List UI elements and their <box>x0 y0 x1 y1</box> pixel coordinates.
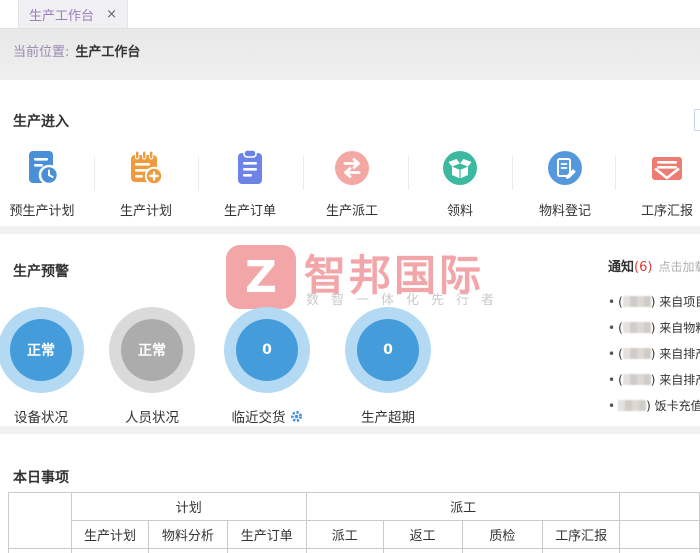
gauge-value: 0 <box>236 319 298 381</box>
group-header-dispatch: 派工 <box>305 492 621 521</box>
entry-material-register[interactable]: 物料登记 <box>517 148 613 219</box>
entry-label: 生产订单 <box>223 204 276 219</box>
notification-title: 通知 <box>608 260 635 275</box>
entry-production-dispatch[interactable]: 生产派工 <box>304 148 400 219</box>
col-header: 返工 <box>382 520 463 549</box>
gauge-value: 正常 <box>121 319 183 381</box>
entry-process-report[interactable]: 工序汇报 <box>619 148 700 219</box>
brand-slogan: 数智一体化先行者 <box>306 293 507 308</box>
open-box-icon <box>440 148 480 188</box>
entry-label: 生产计划 <box>119 204 172 219</box>
gauge-equipment-status[interactable]: 正常 设备状况 <box>0 307 84 426</box>
divider <box>94 156 95 190</box>
brand-logo: Z <box>226 245 296 309</box>
breadcrumb: 当前位置: 生产工作台 <box>13 41 140 60</box>
entry-material-picking[interactable]: 领料 <box>412 148 508 219</box>
table-header-row: 生产计划 物料分析 生产订单 派工 返工 质检 工序汇报 <box>9 520 700 549</box>
tab-label: 生产工作台 <box>29 8 95 24</box>
redacted-name <box>622 374 651 385</box>
notification-panel: 通知(6) 点击加载更多 •() 来自项目 •() 来自物料 •() 来自排产 •… <box>608 256 700 426</box>
brand-watermark: Z 智邦国际 数智一体化先行者 <box>226 245 516 311</box>
envelope-icon <box>647 148 687 188</box>
gauge-label: 临近交货 <box>224 406 310 427</box>
notification-item[interactable]: •() 来自物料 <box>608 319 700 336</box>
bullet-icon: • <box>608 347 616 361</box>
swap-arrows-icon <box>332 148 372 188</box>
redacted-name <box>618 400 647 411</box>
section-divider <box>0 226 700 234</box>
gear-icon[interactable] <box>290 410 303 427</box>
entry-label: 物料登记 <box>538 204 591 219</box>
entry-pre-production-plan[interactable]: 预生产计划 <box>0 148 90 219</box>
col-header <box>619 520 700 549</box>
divider <box>512 156 513 190</box>
document-clock-icon <box>22 148 62 188</box>
notification-item[interactable]: •() 来自项目 <box>608 293 700 310</box>
group-header-plan: 计划 <box>70 492 307 521</box>
col-header: 工序汇报 <box>541 520 621 549</box>
calendar-plus-icon <box>126 148 166 188</box>
gauge-label: 生产超期 <box>361 410 415 426</box>
gauge-delivery-due[interactable]: 0 临近交货 <box>224 307 310 427</box>
clipboard-icon <box>230 148 270 188</box>
divider <box>198 156 199 190</box>
col-header: 派工 <box>305 520 384 549</box>
breadcrumb-band: 当前位置: 生产工作台 <box>0 28 700 80</box>
load-more-link[interactable]: 点击加载更多 <box>658 260 700 274</box>
notification-count: (6) <box>634 260 653 275</box>
bullet-icon: • <box>608 373 616 387</box>
notification-header: 通知(6) 点击加载更多 <box>608 256 700 275</box>
row-label-column <box>8 492 72 549</box>
entry-label: 工序汇报 <box>640 204 693 219</box>
bullet-icon: • <box>608 295 616 309</box>
entry-label: 预生产计划 <box>9 204 75 219</box>
section-title-today: 本日事项 <box>13 470 69 486</box>
truncated-input[interactable] <box>694 109 700 131</box>
divider <box>408 156 409 190</box>
col-header: 生产订单 <box>226 520 307 549</box>
col-header: 质检 <box>461 520 543 549</box>
section-title-entry: 生产进入 <box>13 114 69 130</box>
redacted-name <box>622 322 651 333</box>
bullet-icon: • <box>608 321 616 335</box>
tab-production-workbench[interactable]: 生产工作台 × <box>18 0 128 28</box>
col-header: 物料分析 <box>148 520 228 549</box>
gauge-value: 0 <box>357 319 419 381</box>
entry-label: 领料 <box>446 204 473 219</box>
notification-item[interactable]: •() 来自排产 <box>608 371 700 388</box>
redacted-name <box>622 348 651 359</box>
gauge-label: 设备状况 <box>14 410 68 426</box>
entry-label: 生产派工 <box>325 204 378 219</box>
gauge-production-overdue[interactable]: 0 生产超期 <box>345 307 431 426</box>
gauge-value: 正常 <box>10 319 72 381</box>
gauge-ring: 0 <box>224 307 310 393</box>
production-workbench-screen: 生产工作台 × 当前位置: 生产工作台 生产进入 预生产计划 生产计划 生产订单… <box>0 0 700 553</box>
close-icon[interactable]: × <box>100 7 117 22</box>
gauge-staff-status[interactable]: 正常 人员状况 <box>109 307 195 426</box>
section-title-alert: 生产预警 <box>13 264 69 280</box>
divider <box>615 156 616 190</box>
today-items-table: 计划 派工 生产计划 物料分析 生产订单 派工 返工 质检 工序汇报 <box>8 492 700 553</box>
gauge-ring: 正常 <box>0 307 84 393</box>
tab-bar: 生产工作台 × <box>0 0 700 28</box>
entry-production-order[interactable]: 生产订单 <box>202 148 298 219</box>
entry-production-plan[interactable]: 生产计划 <box>98 148 194 219</box>
document-pen-icon <box>545 148 585 188</box>
breadcrumb-value: 生产工作台 <box>75 45 141 60</box>
gauge-ring: 正常 <box>109 307 195 393</box>
table-group-row: 计划 派工 <box>8 492 700 549</box>
col-header: 生产计划 <box>70 520 150 549</box>
notification-item[interactable]: •() 来自排产 <box>608 345 700 362</box>
bullet-icon: • <box>608 399 616 413</box>
table-row <box>8 548 700 553</box>
notification-item[interactable]: •) 饭卡充值 <box>608 397 700 414</box>
breadcrumb-label: 当前位置: <box>13 45 70 60</box>
gauge-label: 人员状况 <box>125 410 179 426</box>
gauge-ring: 0 <box>345 307 431 393</box>
redacted-name <box>622 296 651 307</box>
section-divider <box>0 426 700 434</box>
group-header-truncated <box>619 492 700 521</box>
